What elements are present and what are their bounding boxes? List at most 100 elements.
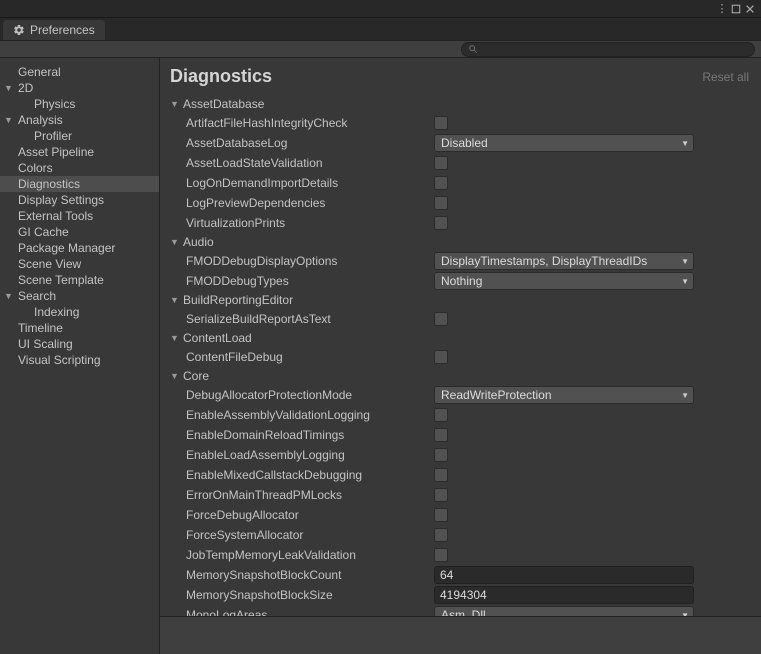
section-buildreportingeditor[interactable]: ▼BuildReportingEditor bbox=[164, 291, 753, 309]
setting-label: JobTempMemoryLeakValidation bbox=[186, 548, 434, 562]
foldout-icon: ▼ bbox=[4, 115, 14, 125]
section-assetdatabase[interactable]: ▼AssetDatabase bbox=[164, 95, 753, 113]
section-core[interactable]: ▼Core bbox=[164, 367, 753, 385]
checkbox[interactable] bbox=[434, 408, 448, 422]
checkbox[interactable] bbox=[434, 312, 448, 326]
sidebar-item-label: Asset Pipeline bbox=[18, 145, 94, 159]
setting-row: MonoLogAreasAsm, Dll▼ bbox=[164, 605, 753, 616]
foldout-icon: ▼ bbox=[4, 291, 14, 301]
dropdown[interactable]: Disabled ▼ bbox=[434, 134, 694, 152]
checkbox[interactable] bbox=[434, 196, 448, 210]
sidebar-item-diagnostics[interactable]: Diagnostics bbox=[0, 176, 159, 192]
section-audio[interactable]: ▼Audio bbox=[164, 233, 753, 251]
sidebar-item-external-tools[interactable]: External Tools bbox=[0, 208, 159, 224]
foldout-icon: ▼ bbox=[170, 99, 180, 109]
dropdown-value: Nothing bbox=[441, 274, 482, 288]
gear-icon bbox=[13, 24, 25, 36]
sidebar-item-profiler[interactable]: Profiler bbox=[0, 128, 159, 144]
sidebar-item-label: Indexing bbox=[34, 305, 79, 319]
checkbox[interactable] bbox=[434, 488, 448, 502]
sidebar-item-general[interactable]: General bbox=[0, 64, 159, 80]
setting-label: MemorySnapshotBlockSize bbox=[186, 588, 434, 602]
sidebar-item-indexing[interactable]: Indexing bbox=[0, 304, 159, 320]
sidebar-item-label: Search bbox=[18, 289, 56, 303]
setting-row: FMODDebugDisplayOptionsDisplayTimestamps… bbox=[164, 251, 753, 271]
checkbox[interactable] bbox=[434, 448, 448, 462]
setting-label: VirtualizationPrints bbox=[186, 216, 434, 230]
setting-row: MemorySnapshotBlockSize4194304 bbox=[164, 585, 753, 605]
sidebar-item-timeline[interactable]: Timeline bbox=[0, 320, 159, 336]
kebab-icon[interactable]: ⋮ bbox=[715, 2, 729, 16]
setting-label: FMODDebugDisplayOptions bbox=[186, 254, 434, 268]
sidebar-item-label: Physics bbox=[34, 97, 75, 111]
checkbox[interactable] bbox=[434, 548, 448, 562]
chevron-down-icon: ▼ bbox=[681, 257, 689, 266]
sidebar-item-2d[interactable]: ▼ 2D bbox=[0, 80, 159, 96]
tab-preferences[interactable]: Preferences bbox=[3, 20, 105, 40]
chevron-down-icon: ▼ bbox=[681, 139, 689, 148]
setting-row: ContentFileDebug bbox=[164, 347, 753, 367]
checkbox[interactable] bbox=[434, 176, 448, 190]
sidebar: General ▼ 2DPhysics▼AnalysisProfiler Asset … bbox=[0, 58, 160, 654]
setting-label: ArtifactFileHashIntegrityCheck bbox=[186, 116, 434, 130]
chevron-down-icon: ▼ bbox=[681, 391, 689, 400]
dropdown-value: Asm, Dll bbox=[441, 608, 486, 616]
section-contentload[interactable]: ▼ContentLoad bbox=[164, 329, 753, 347]
sidebar-item-analysis[interactable]: ▼Analysis bbox=[0, 112, 159, 128]
setting-row: ArtifactFileHashIntegrityCheck bbox=[164, 113, 753, 133]
close-icon[interactable] bbox=[743, 2, 757, 16]
setting-row: ForceSystemAllocator bbox=[164, 525, 753, 545]
sidebar-item-scene-template[interactable]: Scene Template bbox=[0, 272, 159, 288]
sidebar-item-physics[interactable]: Physics bbox=[0, 96, 159, 112]
setting-row: ErrorOnMainThreadPMLocks bbox=[164, 485, 753, 505]
maximize-icon[interactable] bbox=[729, 2, 743, 16]
checkbox[interactable] bbox=[434, 468, 448, 482]
setting-row: EnableAssemblyValidationLogging bbox=[164, 405, 753, 425]
sidebar-item-label: 2D bbox=[18, 81, 33, 95]
sidebar-item-gi-cache[interactable]: GI Cache bbox=[0, 224, 159, 240]
sidebar-item-asset-pipeline[interactable]: Asset Pipeline bbox=[0, 144, 159, 160]
chevron-down-icon: ▼ bbox=[681, 277, 689, 286]
checkbox[interactable] bbox=[434, 350, 448, 364]
sidebar-item-label: Package Manager bbox=[18, 241, 115, 255]
reset-all-button[interactable]: Reset all bbox=[702, 70, 749, 84]
foldout-icon: ▼ bbox=[4, 83, 14, 93]
sidebar-item-search[interactable]: ▼ Search bbox=[0, 288, 159, 304]
section-label: AssetDatabase bbox=[183, 97, 264, 111]
section-label: Core bbox=[183, 369, 209, 383]
sidebar-item-colors[interactable]: Colors bbox=[0, 160, 159, 176]
dropdown[interactable]: DisplayTimestamps, DisplayThreadIDs▼ bbox=[434, 252, 694, 270]
sidebar-item-visual-scripting[interactable]: Visual Scripting bbox=[0, 352, 159, 368]
checkbox[interactable] bbox=[434, 508, 448, 522]
sidebar-item-label: Colors bbox=[18, 161, 53, 175]
sidebar-item-label: Profiler bbox=[34, 129, 72, 143]
dropdown-value: ReadWriteProtection bbox=[441, 388, 552, 402]
checkbox[interactable] bbox=[434, 216, 448, 230]
sidebar-item-scene-view[interactable]: Scene View bbox=[0, 256, 159, 272]
sidebar-item-ui-scaling[interactable]: UI Scaling bbox=[0, 336, 159, 352]
setting-row: EnableLoadAssemblyLogging bbox=[164, 445, 753, 465]
sidebar-item-package-manager[interactable]: Package Manager bbox=[0, 240, 159, 256]
setting-label: MemorySnapshotBlockCount bbox=[186, 568, 434, 582]
section-label: BuildReportingEditor bbox=[183, 293, 293, 307]
checkbox[interactable] bbox=[434, 428, 448, 442]
foldout-icon: ▼ bbox=[170, 237, 180, 247]
dropdown[interactable]: Asm, Dll▼ bbox=[434, 606, 694, 616]
text-field[interactable]: 4194304 bbox=[434, 586, 694, 604]
sidebar-item-display-settings[interactable]: Display Settings bbox=[0, 192, 159, 208]
setting-label: EnableMixedCallstackDebugging bbox=[186, 468, 434, 482]
sidebar-item-label: Scene View bbox=[18, 257, 81, 271]
checkbox[interactable] bbox=[434, 156, 448, 170]
text-field[interactable]: 64 bbox=[434, 566, 694, 584]
setting-row: JobTempMemoryLeakValidation bbox=[164, 545, 753, 565]
checkbox[interactable] bbox=[434, 116, 448, 130]
dropdown[interactable]: Nothing ▼ bbox=[434, 272, 694, 290]
dropdown-value: Disabled bbox=[441, 136, 488, 150]
search-input[interactable] bbox=[461, 42, 755, 57]
sidebar-item-label: UI Scaling bbox=[18, 337, 73, 351]
setting-row: AssetDatabaseLogDisabled▼ bbox=[164, 133, 753, 153]
checkbox[interactable] bbox=[434, 528, 448, 542]
dropdown[interactable]: ReadWriteProtection ▼ bbox=[434, 386, 694, 404]
setting-row: ForceDebugAllocator bbox=[164, 505, 753, 525]
tab-label: Preferences bbox=[30, 23, 95, 37]
